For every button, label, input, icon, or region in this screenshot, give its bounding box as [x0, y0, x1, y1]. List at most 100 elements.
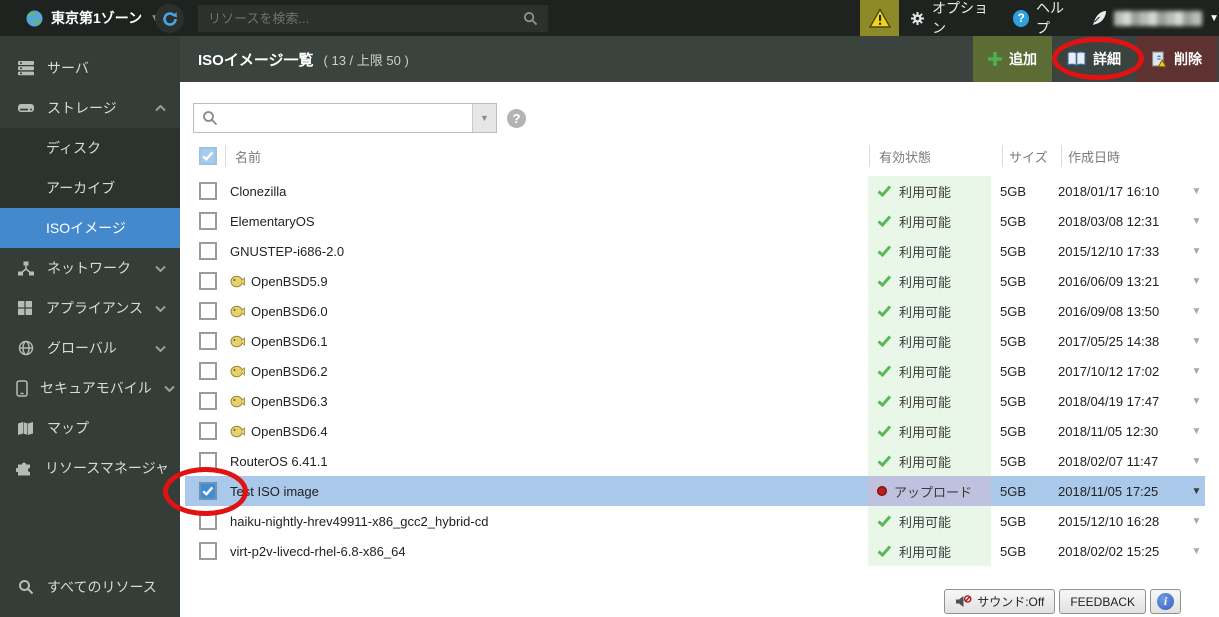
- options-button[interactable]: オプション: [910, 0, 996, 38]
- table-row[interactable]: OpenBSD6.4 利用可能 5GB 2018/11/05 12:30 ▼: [185, 416, 1205, 446]
- row-checkbox[interactable]: [199, 212, 217, 230]
- chevron-down-icon: [164, 385, 175, 392]
- row-menu-caret[interactable]: ▼: [1188, 546, 1205, 557]
- topbar: 東京第1ゾーン ▼ オプション ? ヘルプ: [0, 0, 1219, 36]
- network-icon: [16, 261, 35, 276]
- table-row[interactable]: OpenBSD6.3 利用可能 5GB 2018/04/19 17:47 ▼: [185, 386, 1205, 416]
- row-created: 2018/11/05 12:30: [1058, 424, 1188, 439]
- status-check-icon: [877, 365, 892, 377]
- table-row[interactable]: OpenBSD6.2 利用可能 5GB 2017/10/12 17:02 ▼: [185, 356, 1205, 386]
- status-check-icon: [877, 515, 892, 527]
- detail-button[interactable]: 詳細: [1052, 36, 1136, 82]
- sidebar-item-map[interactable]: マップ: [0, 408, 180, 448]
- row-checkbox[interactable]: [199, 182, 217, 200]
- filter-dropdown-button[interactable]: ▼: [472, 104, 496, 132]
- sidebar-item-globe[interactable]: グローバル: [0, 328, 180, 368]
- row-checkbox[interactable]: [199, 542, 217, 560]
- sidebar-item-アーカイブ[interactable]: アーカイブ: [0, 168, 180, 208]
- sidebar-item-server[interactable]: サーバ: [0, 48, 180, 88]
- row-size: 5GB: [1000, 274, 1058, 289]
- row-created: 2018/11/05 17:25: [1058, 484, 1188, 499]
- row-status: 利用可能: [899, 542, 951, 561]
- row-checkbox[interactable]: [199, 482, 217, 500]
- warning-icon: [869, 8, 891, 28]
- row-checkbox[interactable]: [199, 422, 217, 440]
- row-checkbox[interactable]: [199, 272, 217, 290]
- row-checkbox[interactable]: [199, 332, 217, 350]
- sidebar-item-search[interactable]: すべてのリソース: [0, 567, 180, 607]
- row-menu-caret[interactable]: ▼: [1188, 516, 1205, 527]
- zone-selector[interactable]: 東京第1ゾーン ▼: [26, 0, 160, 36]
- row-checkbox[interactable]: [199, 362, 217, 380]
- puzzle-icon: [16, 460, 33, 476]
- table-row[interactable]: Test ISO image アップロード 5GB 2018/11/05 17:…: [185, 476, 1205, 506]
- sidebar-item-network[interactable]: ネットワーク: [0, 248, 180, 288]
- row-menu-caret[interactable]: ▼: [1188, 216, 1205, 227]
- row-size: 5GB: [1000, 364, 1058, 379]
- table-row[interactable]: ElementaryOS 利用可能 5GB 2018/03/08 12:31 ▼: [185, 206, 1205, 236]
- row-menu-caret[interactable]: ▼: [1188, 276, 1205, 287]
- table-row[interactable]: GNUSTEP-i686-2.0 利用可能 5GB 2015/12/10 17:…: [185, 236, 1205, 266]
- check-icon: [202, 151, 214, 161]
- row-menu-caret[interactable]: ▼: [1188, 486, 1205, 497]
- row-menu-caret[interactable]: ▼: [1188, 396, 1205, 407]
- row-menu-caret[interactable]: ▼: [1188, 306, 1205, 317]
- page-title: ISOイメージ一覧: [198, 49, 314, 70]
- row-status: 利用可能: [899, 362, 951, 381]
- add-button[interactable]: 追加: [973, 36, 1052, 82]
- table-row[interactable]: OpenBSD6.1 利用可能 5GB 2017/05/25 14:38 ▼: [185, 326, 1205, 356]
- sound-toggle-button[interactable]: サウンド:Off: [944, 589, 1055, 614]
- chevron-down-icon: [155, 305, 166, 312]
- globe-icon: [16, 340, 35, 356]
- help-label: ヘルプ: [1036, 0, 1075, 38]
- help-button[interactable]: ? ヘルプ: [1013, 0, 1075, 38]
- user-menu[interactable]: ▼: [1092, 10, 1219, 26]
- row-name: ElementaryOS: [230, 214, 315, 229]
- help-icon: ?: [1013, 10, 1029, 27]
- row-size: 5GB: [1000, 394, 1058, 409]
- row-menu-caret[interactable]: ▼: [1188, 336, 1205, 347]
- sidebar-item-appliance[interactable]: アプライアンス: [0, 288, 180, 328]
- row-menu-caret[interactable]: ▼: [1188, 246, 1205, 257]
- row-menu-caret[interactable]: ▼: [1188, 456, 1205, 467]
- row-name: RouterOS 6.41.1: [230, 454, 328, 469]
- info-button[interactable]: i: [1150, 589, 1181, 614]
- table-row[interactable]: haiku-nightly-hrev49911-x86_gcc2_hybrid-…: [185, 506, 1205, 536]
- row-created: 2017/10/12 17:02: [1058, 364, 1188, 379]
- table-row[interactable]: virt-p2v-livecd-rhel-6.8-x86_64 利用可能 5GB…: [185, 536, 1205, 566]
- table-row[interactable]: RouterOS 6.41.1 利用可能 5GB 2018/02/07 11:4…: [185, 446, 1205, 476]
- row-checkbox[interactable]: [199, 302, 217, 320]
- row-checkbox[interactable]: [199, 512, 217, 530]
- row-status: 利用可能: [899, 212, 951, 231]
- sidebar-item-ISOイメージ[interactable]: ISOイメージ: [0, 208, 180, 248]
- search-input[interactable]: [208, 11, 523, 26]
- row-size: 5GB: [1000, 334, 1058, 349]
- row-size: 5GB: [1000, 304, 1058, 319]
- feedback-button[interactable]: FEEDBACK: [1059, 589, 1146, 614]
- row-menu-caret[interactable]: ▼: [1188, 366, 1205, 377]
- refresh-button[interactable]: [155, 4, 184, 33]
- sidebar-item-storage[interactable]: ストレージ: [0, 88, 180, 128]
- table-row[interactable]: OpenBSD6.0 利用可能 5GB 2016/09/08 13:50 ▼: [185, 296, 1205, 326]
- filter-input[interactable]: [218, 104, 472, 132]
- row-name: virt-p2v-livecd-rhel-6.8-x86_64: [230, 544, 406, 559]
- row-checkbox[interactable]: [199, 242, 217, 260]
- select-all-checkbox[interactable]: [199, 147, 217, 165]
- row-menu-caret[interactable]: ▼: [1188, 426, 1205, 437]
- chevron-down-icon: ▼: [1209, 13, 1219, 24]
- sidebar-item-ディスク[interactable]: ディスク: [0, 128, 180, 168]
- delete-button[interactable]: 削除: [1136, 36, 1217, 82]
- sidebar-item-puzzle[interactable]: リソースマネージャ: [0, 448, 180, 488]
- filter-help-icon[interactable]: ?: [507, 109, 526, 128]
- warning-button[interactable]: [860, 0, 899, 36]
- row-checkbox[interactable]: [199, 452, 217, 470]
- table-row[interactable]: Clonezilla 利用可能 5GB 2018/01/17 16:10 ▼: [185, 176, 1205, 206]
- table-row[interactable]: OpenBSD5.9 利用可能 5GB 2016/06/09 13:21 ▼: [185, 266, 1205, 296]
- row-status: 利用可能: [899, 392, 951, 411]
- openbsd-icon: [230, 275, 245, 288]
- sidebar-item-mobile[interactable]: セキュアモバイル: [0, 368, 180, 408]
- row-checkbox[interactable]: [199, 392, 217, 410]
- status-dot-icon: [877, 486, 887, 496]
- row-menu-caret[interactable]: ▼: [1188, 186, 1205, 197]
- mobile-icon: [16, 380, 28, 397]
